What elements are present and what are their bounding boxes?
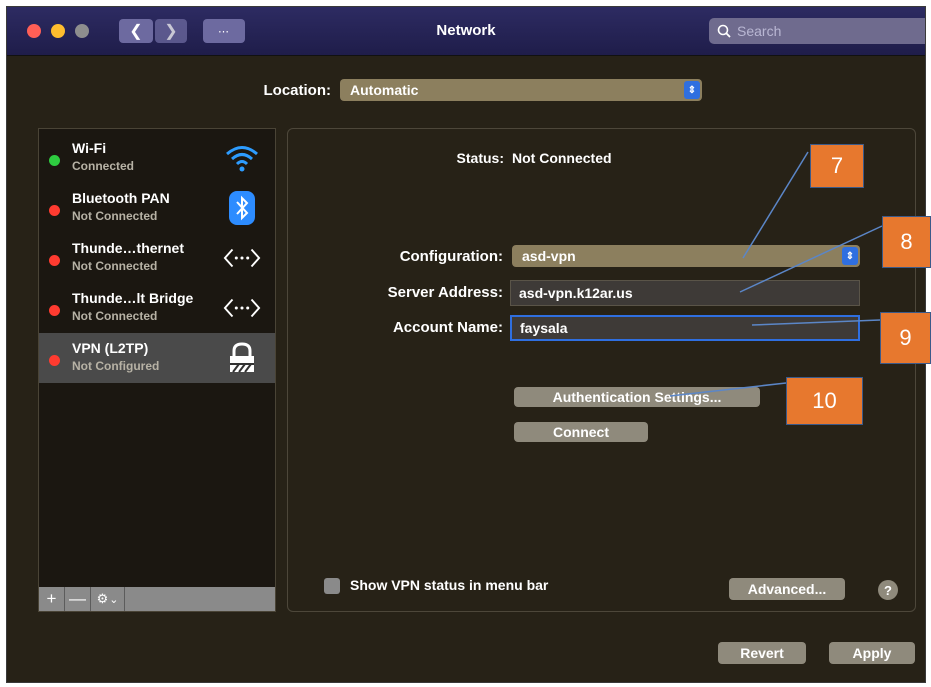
service-status: Not Connected	[72, 309, 158, 323]
show-vpn-status-label: Show VPN status in menu bar	[350, 577, 549, 593]
configuration-label: Configuration:	[399, 248, 503, 265]
status-dot	[49, 255, 60, 266]
search-icon	[717, 24, 731, 38]
callout-8: 8	[882, 216, 931, 268]
service-item-vpn[interactable]: VPN (L2TP) Not Configured	[39, 333, 275, 383]
location-value: Automatic	[350, 82, 419, 98]
service-item-thunderbolt-bridge[interactable]: Thunde…lt Bridge Not Connected	[39, 283, 275, 333]
service-name: Thunde…thernet	[72, 240, 184, 256]
network-window: ❮ ❯ ⋯ Network Search Location: Automatic…	[6, 6, 926, 683]
search-field[interactable]: Search	[709, 18, 925, 44]
status-dot	[49, 155, 60, 166]
remove-service-button[interactable]: —	[65, 587, 91, 611]
wifi-icon	[223, 139, 261, 177]
service-status: Connected	[72, 159, 135, 173]
service-status: Not Connected	[72, 259, 158, 273]
service-name: VPN (L2TP)	[72, 340, 149, 356]
title-bar: ❮ ❯ ⋯ Network Search	[7, 7, 925, 56]
gear-icon: ⚙	[96, 591, 109, 606]
account-name-label: Account Name:	[392, 319, 503, 336]
service-list-toolbar: + — ⚙ ⌄	[39, 587, 275, 611]
chevron-updown-icon: ⇕	[684, 81, 700, 99]
callout-10: 10	[786, 377, 863, 425]
action-menu-button[interactable]: ⚙ ⌄	[91, 587, 125, 611]
service-name: Thunde…lt Bridge	[72, 290, 194, 306]
vpn-detail-panel: Status: Not Connected Configuration: asd…	[287, 128, 916, 612]
location-popup[interactable]: Automatic ⇕	[340, 79, 702, 101]
server-address-label: Server Address:	[387, 284, 503, 301]
status-dot	[49, 305, 60, 316]
service-name: Wi-Fi	[72, 140, 107, 156]
callout-7: 7	[810, 144, 864, 188]
revert-button[interactable]: Revert	[718, 642, 806, 664]
account-name-field[interactable]: faysala	[510, 315, 860, 341]
status-value: Not Connected	[512, 150, 612, 166]
apply-button[interactable]: Apply	[829, 642, 915, 664]
service-item-bluetooth[interactable]: Bluetooth PAN Not Connected	[39, 183, 275, 233]
status-label: Status:	[456, 150, 504, 166]
server-address-field[interactable]: asd-vpn.k12ar.us	[510, 280, 860, 306]
connect-button[interactable]: Connect	[514, 422, 648, 442]
authentication-settings-button[interactable]: Authentication Settings...	[514, 387, 760, 407]
callout-9: 9	[880, 312, 931, 364]
ethernet-icon	[223, 239, 261, 277]
add-service-button[interactable]: +	[39, 587, 65, 611]
status-dot	[49, 205, 60, 216]
service-status: Not Connected	[72, 209, 158, 223]
service-list: Wi-Fi Connected Bluetooth PAN Not Connec…	[38, 128, 276, 612]
bluetooth-icon	[223, 189, 261, 227]
vpn-lock-icon	[223, 339, 261, 377]
help-button[interactable]: ?	[878, 580, 898, 600]
show-vpn-status-checkbox[interactable]	[324, 578, 340, 594]
service-item-wifi[interactable]: Wi-Fi Connected	[39, 133, 275, 183]
service-name: Bluetooth PAN	[72, 190, 170, 206]
caret-down-icon: ⌄	[109, 593, 119, 606]
bridge-icon	[223, 289, 261, 327]
status-dot	[49, 355, 60, 366]
chevron-updown-icon: ⇕	[842, 247, 858, 265]
configuration-value: asd-vpn	[522, 248, 576, 264]
service-status: Not Configured	[72, 359, 160, 373]
location-label: Location:	[263, 82, 332, 99]
advanced-button[interactable]: Advanced...	[729, 578, 845, 600]
search-placeholder: Search	[737, 23, 782, 39]
service-item-thunderbolt-ethernet[interactable]: Thunde…thernet Not Connected	[39, 233, 275, 283]
configuration-popup[interactable]: asd-vpn ⇕	[512, 245, 860, 267]
